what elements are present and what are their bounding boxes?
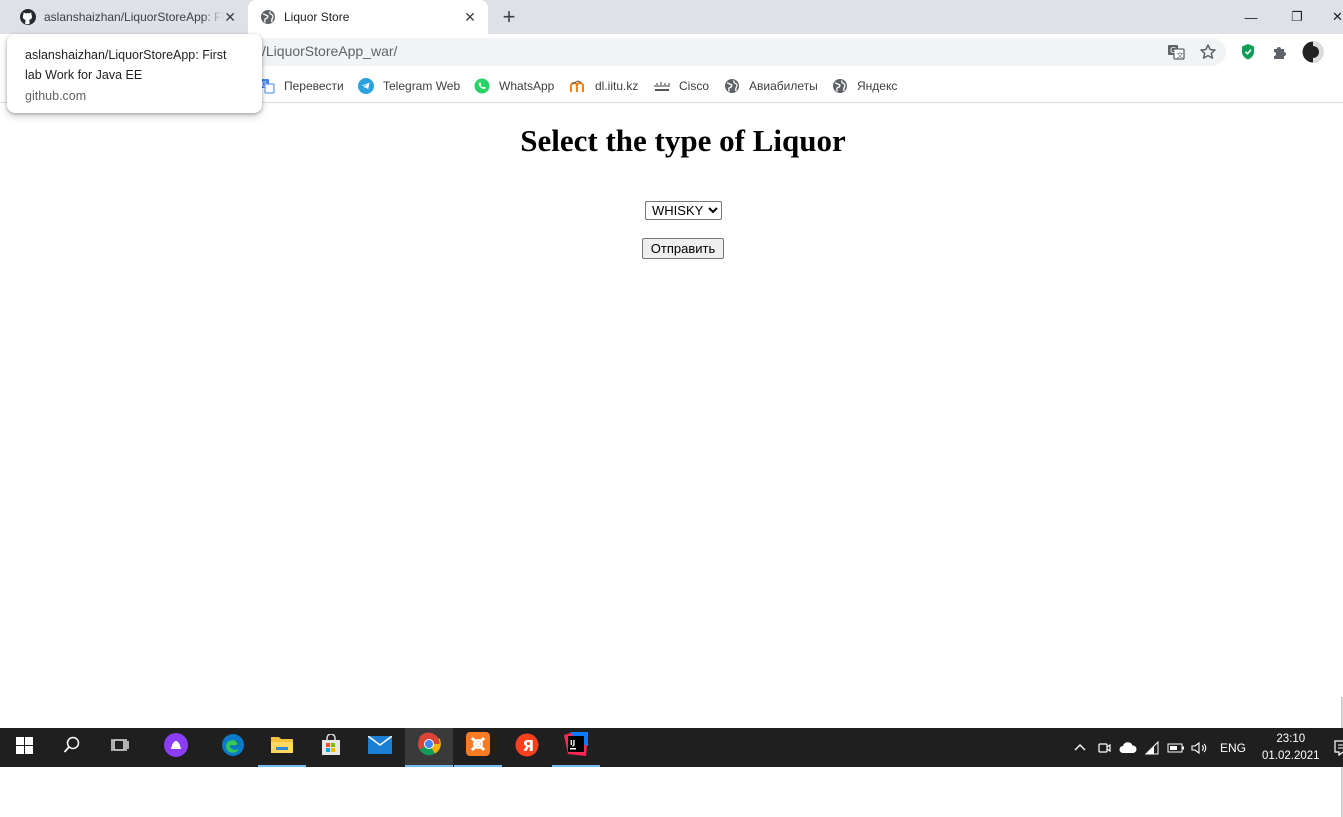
onedrive-cloud-icon[interactable] bbox=[1116, 728, 1140, 767]
notification-center-icon[interactable]: 3 bbox=[1328, 728, 1343, 767]
taskbar-intellij[interactable]: IJ bbox=[552, 728, 600, 767]
minimize-button[interactable]: — bbox=[1228, 0, 1274, 34]
bookmark-star-icon[interactable] bbox=[1198, 42, 1218, 62]
taskbar-mail[interactable] bbox=[356, 728, 404, 767]
file-explorer-icon bbox=[270, 734, 294, 759]
bookmark-aviabilety[interactable]: Авиабилеты bbox=[724, 76, 818, 96]
taskbar-yandex-browser[interactable]: Я bbox=[503, 728, 551, 767]
taskbar-store[interactable] bbox=[307, 728, 355, 767]
search-icon bbox=[63, 736, 81, 759]
page-content: Select the type of Liquor WHISKY Отправи… bbox=[0, 103, 1343, 817]
bookmark-whatsapp[interactable]: WhatsApp bbox=[474, 76, 554, 96]
clock-time: 23:10 bbox=[1276, 732, 1306, 745]
windows-start-icon bbox=[15, 736, 33, 759]
taskbar-edge[interactable] bbox=[209, 728, 257, 767]
close-window-button[interactable]: ✕ bbox=[1320, 0, 1343, 34]
language-indicator[interactable]: ENG bbox=[1212, 741, 1254, 755]
extensions-puzzle-icon[interactable] bbox=[1270, 42, 1290, 62]
new-tab-button[interactable]: + bbox=[497, 4, 521, 29]
tab-close-icon[interactable]: ✕ bbox=[224, 9, 236, 25]
windows-taskbar: Я IJ ENG 23:10 01.02.2021 bbox=[0, 728, 1343, 767]
tab-title: aslanshaizhan/LiquorStoreApp: First lab … bbox=[44, 10, 225, 24]
edge-icon bbox=[221, 733, 245, 762]
profile-avatar-icon[interactable] bbox=[1301, 40, 1325, 64]
taskbar-alice[interactable] bbox=[152, 728, 200, 767]
task-view-button[interactable] bbox=[96, 728, 144, 767]
battery-icon[interactable] bbox=[1164, 728, 1188, 767]
cisco-icon bbox=[654, 78, 670, 94]
submit-button[interactable]: Отправить bbox=[642, 238, 724, 259]
address-url: /LiquorStoreApp_war/ bbox=[262, 43, 398, 59]
meet-now-icon[interactable] bbox=[1092, 728, 1116, 767]
address-bar[interactable]: /LiquorStoreApp_war/ bbox=[136, 38, 1226, 66]
start-button[interactable] bbox=[0, 728, 48, 767]
bookmark-dl-iitu[interactable]: dl.iitu.kz bbox=[570, 76, 638, 96]
bookmark-label: dl.iitu.kz bbox=[595, 79, 639, 93]
taskbar-xampp[interactable] bbox=[454, 728, 502, 767]
tab-github[interactable]: aslanshaizhan/LiquorStoreApp: First lab … bbox=[8, 0, 246, 34]
bookmark-translate[interactable]: G Перевести bbox=[259, 76, 344, 96]
svg-text:G: G bbox=[1170, 46, 1176, 55]
globe-icon bbox=[260, 9, 276, 25]
maximize-button[interactable]: ❐ bbox=[1274, 0, 1320, 34]
globe-icon bbox=[832, 78, 848, 94]
alice-icon bbox=[164, 733, 188, 762]
bookmark-label: Cisco bbox=[679, 79, 710, 93]
hover-card-domain: github.com bbox=[25, 89, 87, 103]
github-icon bbox=[20, 9, 36, 25]
whatsapp-icon bbox=[474, 78, 490, 94]
shield-extension-icon[interactable] bbox=[1238, 42, 1258, 62]
mail-icon bbox=[367, 735, 393, 759]
translate-icon[interactable]: G文 bbox=[1166, 42, 1186, 62]
taskbar-clock[interactable]: 23:10 01.02.2021 bbox=[1254, 731, 1328, 765]
bookmark-cisco[interactable]: Cisco bbox=[654, 76, 709, 96]
liquor-type-select[interactable]: WHISKY bbox=[645, 201, 722, 220]
bookmark-label: Авиабилеты bbox=[749, 79, 818, 93]
tab-strip: aslanshaizhan/LiquorStoreApp: First lab … bbox=[0, 0, 1343, 34]
bookmark-label: Перевести bbox=[284, 79, 344, 93]
tab-title: Liquor Store bbox=[284, 10, 350, 24]
chrome-icon bbox=[417, 732, 441, 761]
task-view-icon bbox=[111, 736, 129, 759]
xampp-icon bbox=[466, 732, 490, 761]
tab-close-icon[interactable]: ✕ bbox=[462, 9, 478, 25]
taskbar-chrome[interactable] bbox=[405, 728, 453, 767]
taskbar-file-explorer[interactable] bbox=[258, 728, 306, 767]
telegram-icon bbox=[358, 78, 374, 94]
tab-liquor-store[interactable]: Liquor Store ✕ bbox=[248, 0, 488, 34]
bookmark-label: Telegram Web bbox=[383, 79, 461, 93]
moodle-icon bbox=[570, 78, 586, 94]
hover-card-title: aslanshaizhan/LiquorStoreApp: First lab … bbox=[25, 48, 227, 82]
globe-icon bbox=[724, 78, 740, 94]
svg-text:G: G bbox=[262, 81, 267, 89]
svg-text:IJ: IJ bbox=[570, 739, 575, 747]
wifi-icon[interactable] bbox=[1140, 728, 1164, 767]
tab-hover-card: aslanshaizhan/LiquorStoreApp: First lab … bbox=[7, 34, 262, 113]
system-tray: ENG 23:10 01.02.2021 3 bbox=[1068, 728, 1343, 767]
svg-text:Я: Я bbox=[523, 737, 535, 755]
bookmark-yandex[interactable]: Яндекс bbox=[832, 76, 897, 96]
page-title: Select the type of Liquor bbox=[520, 123, 846, 158]
bookmark-label: Яндекс bbox=[857, 79, 898, 93]
volume-icon[interactable] bbox=[1188, 728, 1212, 767]
intellij-icon: IJ bbox=[564, 732, 588, 761]
store-icon bbox=[320, 733, 342, 761]
bookmark-telegram[interactable]: Telegram Web bbox=[358, 76, 460, 96]
bookmark-label: WhatsApp bbox=[499, 79, 555, 93]
svg-text:文: 文 bbox=[1177, 51, 1184, 60]
chevron-up-icon[interactable] bbox=[1068, 728, 1092, 767]
taskbar-search-button[interactable] bbox=[48, 728, 96, 767]
clock-date: 01.02.2021 bbox=[1262, 749, 1320, 762]
yandex-browser-icon: Я bbox=[515, 733, 539, 762]
